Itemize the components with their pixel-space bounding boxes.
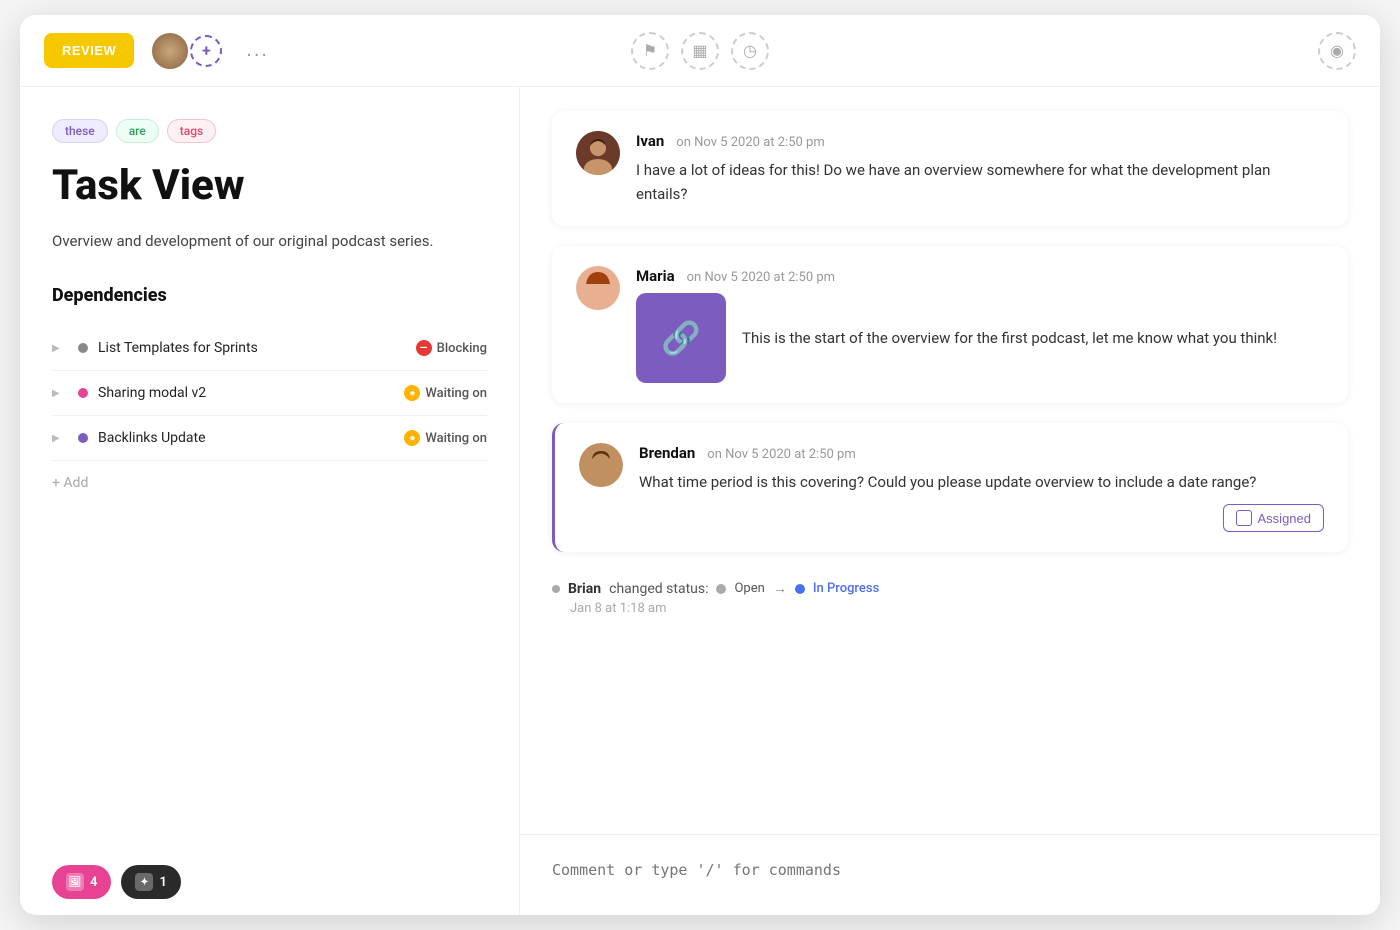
dep-dot bbox=[78, 343, 88, 353]
main-avatar bbox=[150, 31, 190, 71]
blocking-icon: — bbox=[416, 340, 432, 356]
status-author: Brian bbox=[568, 581, 601, 597]
dep-name: Backlinks Update bbox=[98, 430, 394, 446]
avatar-group: + bbox=[150, 31, 222, 71]
toolbar-center: ⚑ ▦ ◷ bbox=[481, 32, 918, 70]
tag-tags[interactable]: tags bbox=[167, 119, 216, 143]
comment-time-maria: on Nov 5 2020 at 2:50 pm bbox=[687, 270, 835, 285]
more-options-button[interactable]: ... bbox=[238, 35, 277, 66]
brendan-avatar bbox=[579, 443, 623, 487]
figma-icon: 🖼 bbox=[66, 873, 84, 891]
add-member-button[interactable]: + bbox=[190, 35, 222, 67]
paperclip-icon: 🔗 bbox=[661, 319, 701, 357]
comment-brendan: Brendan on Nov 5 2020 at 2:50 pm What ti… bbox=[552, 423, 1348, 552]
page-description: Overview and development of our original… bbox=[52, 229, 487, 253]
maria-avatar bbox=[576, 266, 620, 310]
status-from: Open bbox=[734, 581, 764, 596]
status-date: Jan 8 at 1:18 am bbox=[552, 601, 1348, 616]
dependencies-list: ▶ List Templates for Sprints — Blocking … bbox=[52, 326, 487, 461]
comment-content-maria: 🔗 This is the start of the overview for … bbox=[636, 293, 1324, 383]
review-button[interactable]: REVIEW bbox=[44, 33, 134, 68]
assigned-button[interactable]: Assigned bbox=[1223, 504, 1324, 532]
app-window: REVIEW + ... ⚑ ▦ ◷ ◉ bbox=[20, 15, 1380, 915]
comment-action-row: Assigned bbox=[639, 504, 1324, 532]
calendar-button[interactable]: ▦ bbox=[681, 32, 719, 70]
status-to: In Progress bbox=[813, 581, 879, 596]
waiting-icon: ● bbox=[404, 385, 420, 401]
eye-icon: ◉ bbox=[1330, 41, 1344, 61]
bottom-badges: 🖼 4 ✦ 1 bbox=[52, 849, 487, 915]
comment-time-ivan: on Nov 5 2020 at 2:50 pm bbox=[676, 135, 824, 150]
comment-text-maria: This is the start of the overview for th… bbox=[742, 326, 1277, 350]
comment-header-brendan: Brendan on Nov 5 2020 at 2:50 pm bbox=[639, 443, 1324, 462]
page-title: Task View bbox=[52, 163, 487, 209]
comment-ivan: Ivan on Nov 5 2020 at 2:50 pm I have a l… bbox=[552, 111, 1348, 226]
chevron-icon: ▶ bbox=[52, 343, 68, 354]
dep-item-backlinks[interactable]: ▶ Backlinks Update ● Waiting on bbox=[52, 416, 487, 461]
dark-badge-count: 1 bbox=[159, 875, 166, 890]
comment-author-maria: Maria bbox=[636, 267, 675, 285]
left-panel: these are tags Task View Overview and de… bbox=[20, 87, 520, 915]
dep-item-list-templates[interactable]: ▶ List Templates for Sprints — Blocking bbox=[52, 326, 487, 371]
ivan-avatar bbox=[576, 131, 620, 175]
flag-button[interactable]: ⚑ bbox=[631, 32, 669, 70]
eye-button[interactable]: ◉ bbox=[1318, 32, 1356, 70]
toolbar: REVIEW + ... ⚑ ▦ ◷ ◉ bbox=[20, 15, 1380, 87]
pink-badge-count: 4 bbox=[90, 875, 97, 890]
comment-author-ivan: Ivan bbox=[636, 132, 664, 150]
dep-badge-blocking: — Blocking bbox=[416, 340, 487, 356]
tag-are[interactable]: are bbox=[116, 119, 159, 143]
comment-text-ivan: I have a lot of ideas for this! Do we ha… bbox=[636, 158, 1324, 206]
status-change: Brian changed status: Open → In Progress… bbox=[552, 572, 1348, 624]
comment-body-ivan: Ivan on Nov 5 2020 at 2:50 pm I have a l… bbox=[636, 131, 1324, 206]
toolbar-left: REVIEW + ... bbox=[44, 31, 481, 71]
status-from-dot bbox=[716, 584, 726, 594]
dep-badge-waiting: ● Waiting on bbox=[404, 430, 487, 446]
add-dependency-button[interactable]: + Add bbox=[52, 461, 487, 505]
comment-time-brendan: on Nov 5 2020 at 2:50 pm bbox=[707, 447, 855, 462]
status-change-row: Brian changed status: Open → In Progress bbox=[552, 580, 1348, 597]
dep-dot bbox=[78, 433, 88, 443]
figma2-icon: ✦ bbox=[135, 873, 153, 891]
comment-body-brendan: Brendan on Nov 5 2020 at 2:50 pm What ti… bbox=[639, 443, 1324, 532]
comment-header-ivan: Ivan on Nov 5 2020 at 2:50 pm bbox=[636, 131, 1324, 150]
dep-name: List Templates for Sprints bbox=[98, 340, 406, 356]
assigned-checkbox bbox=[1236, 510, 1252, 526]
dark-badge[interactable]: ✦ 1 bbox=[121, 865, 180, 899]
status-to-dot bbox=[795, 584, 805, 594]
flag-icon: ⚑ bbox=[643, 41, 657, 61]
comment-input[interactable] bbox=[552, 851, 1348, 895]
toolbar-right: ◉ bbox=[919, 32, 1356, 70]
comment-header-maria: Maria on Nov 5 2020 at 2:50 pm bbox=[636, 266, 1324, 285]
dep-name: Sharing modal v2 bbox=[98, 385, 394, 401]
dependencies-title: Dependencies bbox=[52, 285, 487, 306]
chevron-icon: ▶ bbox=[52, 388, 68, 399]
comments-area: Ivan on Nov 5 2020 at 2:50 pm I have a l… bbox=[520, 87, 1380, 834]
clock-icon: ◷ bbox=[743, 41, 757, 61]
dep-badge-waiting: ● Waiting on bbox=[404, 385, 487, 401]
waiting-icon: ● bbox=[404, 430, 420, 446]
attachment-icon-container[interactable]: 🔗 bbox=[636, 293, 726, 383]
comment-maria: Maria on Nov 5 2020 at 2:50 pm 🔗 This is… bbox=[552, 246, 1348, 403]
dep-item-sharing-modal[interactable]: ▶ Sharing modal v2 ● Waiting on bbox=[52, 371, 487, 416]
status-dot-small bbox=[552, 585, 560, 593]
dep-dot bbox=[78, 388, 88, 398]
comment-input-area bbox=[520, 834, 1380, 915]
chevron-icon: ▶ bbox=[52, 433, 68, 444]
arrow-icon: → bbox=[773, 580, 787, 597]
tags-row: these are tags bbox=[52, 119, 487, 143]
clock-button[interactable]: ◷ bbox=[731, 32, 769, 70]
pink-badge[interactable]: 🖼 4 bbox=[52, 865, 111, 899]
comment-text-brendan: What time period is this covering? Could… bbox=[639, 470, 1324, 494]
right-panel: Ivan on Nov 5 2020 at 2:50 pm I have a l… bbox=[520, 87, 1380, 915]
main-content: these are tags Task View Overview and de… bbox=[20, 87, 1380, 915]
status-text: changed status: bbox=[609, 581, 708, 597]
comment-author-brendan: Brendan bbox=[639, 444, 695, 462]
comment-body-maria: Maria on Nov 5 2020 at 2:50 pm 🔗 This is… bbox=[636, 266, 1324, 383]
calendar-icon: ▦ bbox=[692, 41, 707, 61]
tag-these[interactable]: these bbox=[52, 119, 108, 143]
